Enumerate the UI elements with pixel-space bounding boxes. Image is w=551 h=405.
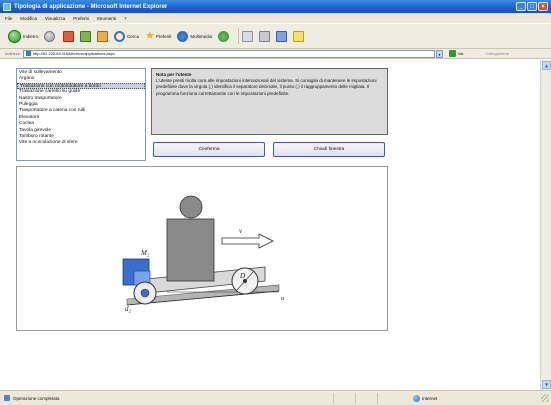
- status-cell: [355, 392, 377, 404]
- security-zone: Internet: [413, 394, 438, 402]
- stop-icon: [63, 30, 75, 42]
- print-icon: [259, 30, 271, 42]
- forward-arrow-icon: [44, 30, 56, 42]
- close-window-button[interactable]: ×: [538, 2, 548, 11]
- favorites-label: Preferiti: [155, 33, 172, 39]
- drive-wheel-label: d₂: [125, 305, 132, 313]
- search-label: Cerca: [127, 33, 140, 39]
- menu-visualizza[interactable]: Visualizza: [45, 16, 65, 21]
- velocity-label: v: [239, 227, 243, 235]
- status-cell: [377, 392, 399, 404]
- favorites-button[interactable]: ★ Preferiti: [145, 29, 172, 42]
- toolbar: Indietro Cerca ★ Preferiti Multimedia: [0, 23, 551, 49]
- slope-angle-label: α: [281, 296, 285, 302]
- menu-modifica[interactable]: Modifica: [20, 16, 37, 21]
- menu-strumenti[interactable]: Strumenti: [97, 16, 116, 21]
- zone-label: Internet: [422, 395, 438, 401]
- edit-button[interactable]: [276, 30, 288, 42]
- maximize-button[interactable]: □: [527, 2, 537, 11]
- close-window-page-button[interactable]: Chiudi finestra: [273, 142, 385, 157]
- go-label: Vai: [457, 51, 464, 56]
- address-bar: Indirizzo http://62.220.64.115/kit/drive…: [0, 49, 551, 59]
- scroll-up-button[interactable]: ▲: [542, 61, 551, 70]
- internet-explorer-icon: [3, 2, 11, 11]
- confirm-button[interactable]: Conferma: [153, 142, 265, 157]
- back-label: Indietro: [23, 33, 39, 39]
- toolbar-separator: [238, 28, 240, 44]
- print-button[interactable]: [259, 30, 271, 42]
- drive-wheel-hub: [140, 288, 150, 298]
- menu-help[interactable]: ?: [124, 16, 127, 21]
- refresh-icon: [80, 30, 92, 42]
- address-label: Indirizzo: [5, 51, 20, 56]
- address-dropdown-button[interactable]: ▾: [435, 49, 443, 58]
- user-note-box: Nota per l'utente L'utente presti molta …: [151, 68, 388, 135]
- window-title: Tipologia di applicazione - Microsoft In…: [14, 3, 168, 10]
- go-button[interactable]: Vai: [448, 50, 464, 57]
- media-button[interactable]: Multimedia: [177, 30, 213, 42]
- mail-icon: [242, 30, 254, 42]
- notes-button[interactable]: [293, 30, 305, 42]
- menu-preferiti[interactable]: Preferiti: [73, 16, 89, 21]
- go-arrow-icon: [448, 50, 456, 57]
- star-icon: ★: [145, 29, 155, 42]
- status-text: Operazione completata: [13, 395, 60, 401]
- motor-label: M₂: [140, 249, 150, 257]
- note-body: L'utente presti molta cura alle impostaz…: [156, 78, 377, 96]
- internet-zone-icon: [413, 394, 420, 402]
- search-button[interactable]: Cerca: [114, 30, 140, 42]
- stop-button[interactable]: [63, 30, 75, 42]
- vertical-scrollbar[interactable]: ▲ ▼: [540, 60, 551, 390]
- status-bar: Operazione completata Internet: [0, 390, 551, 405]
- refresh-button[interactable]: [80, 30, 92, 42]
- links-toolbar[interactable]: Collegamenti: [485, 51, 508, 56]
- window-title-bar: Tipologia di applicazione - Microsoft In…: [0, 0, 551, 13]
- wheel-diameter-label: D: [239, 272, 245, 280]
- carriage-drawing: v M₂ D d₂ α: [122, 195, 285, 313]
- edit-icon: [276, 30, 288, 42]
- back-button[interactable]: Indietro: [8, 29, 39, 43]
- back-arrow-icon: [8, 29, 21, 43]
- list-item[interactable]: Vite a ricircolazione di sfere: [17, 140, 145, 146]
- history-button[interactable]: [218, 30, 230, 42]
- done-page-icon: [4, 395, 10, 401]
- forward-button[interactable]: [44, 30, 57, 42]
- menu-bar: File Modifica Visualizza Preferiti Strum…: [0, 13, 551, 23]
- velocity-arrow: [221, 233, 274, 249]
- home-button[interactable]: [97, 30, 109, 42]
- load-block: [166, 218, 215, 282]
- menu-file[interactable]: File: [5, 16, 12, 21]
- home-icon: [97, 30, 109, 42]
- application-type-list[interactable]: Vite di sollevamento Argano Traslazione …: [16, 68, 146, 161]
- search-icon: [114, 30, 126, 42]
- notes-icon: [293, 30, 305, 42]
- page-content: Vite di sollevamento Argano Traslazione …: [0, 60, 540, 390]
- resize-grip-icon[interactable]: [541, 394, 549, 402]
- history-icon: [218, 30, 230, 42]
- load-sphere: [179, 195, 203, 219]
- status-cell: [333, 392, 355, 404]
- page-icon: [25, 51, 31, 56]
- address-value: http://62.220.64.115/kit/drive/applicati…: [32, 51, 115, 56]
- application-diagram: v M₂ D d₂ α: [16, 166, 388, 331]
- scroll-down-button[interactable]: ▼: [542, 380, 551, 389]
- address-input[interactable]: http://62.220.64.115/kit/drive/applicati…: [22, 49, 435, 58]
- media-label: Multimedia: [190, 33, 213, 39]
- minimize-button[interactable]: _: [516, 2, 526, 11]
- media-icon: [177, 30, 189, 42]
- mail-button[interactable]: [242, 30, 254, 42]
